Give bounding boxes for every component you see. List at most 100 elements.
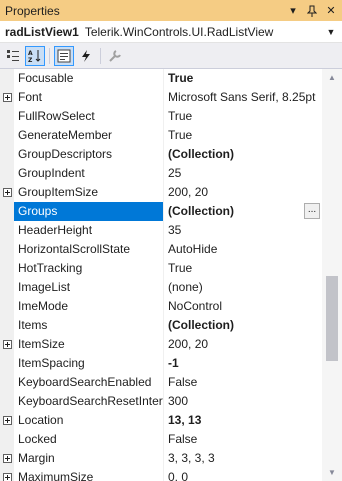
property-value[interactable]: 3, 3, 3, 3 xyxy=(164,449,322,468)
property-value[interactable]: Microsoft Sans Serif, 8.25pt xyxy=(164,88,322,107)
property-value[interactable]: -1 xyxy=(164,354,322,373)
property-row[interactable]: Focusable True xyxy=(0,69,322,88)
property-value[interactable]: (Collection) xyxy=(164,316,322,335)
property-name[interactable]: Groups xyxy=(14,202,164,221)
property-name[interactable]: KeyboardSearchResetInterv xyxy=(14,392,164,411)
property-value-text: True xyxy=(168,109,193,123)
property-name[interactable]: KeyboardSearchEnabled xyxy=(14,373,164,392)
events-icon[interactable] xyxy=(76,46,96,66)
property-value[interactable]: (Collection) xyxy=(164,145,322,164)
property-row[interactable]: FullRowSelect True xyxy=(0,107,322,126)
alphabetical-icon[interactable]: AZ xyxy=(25,45,45,66)
property-name[interactable]: MaximumSize xyxy=(14,468,164,481)
properties-icon[interactable] xyxy=(54,45,74,66)
expand-icon[interactable] xyxy=(2,416,12,425)
property-value-text: AutoHide xyxy=(168,242,218,256)
pin-icon[interactable] xyxy=(304,3,320,19)
property-name[interactable]: ItemSize xyxy=(14,335,164,354)
property-row[interactable]: KeyboardSearchEnabled False xyxy=(0,373,322,392)
property-row[interactable]: Margin 3, 3, 3, 3 xyxy=(0,449,322,468)
property-name[interactable]: GroupDescriptors xyxy=(14,145,164,164)
close-icon[interactable]: ✕ xyxy=(323,3,339,19)
property-row[interactable]: GroupIndent 25 xyxy=(0,164,322,183)
property-value[interactable]: NoControl xyxy=(164,297,322,316)
property-value[interactable]: 200, 20 xyxy=(164,335,322,354)
scrollbar-thumb[interactable] xyxy=(326,276,338,361)
property-row[interactable]: GroupDescriptors (Collection) xyxy=(0,145,322,164)
row-gutter xyxy=(0,164,14,183)
property-value[interactable]: AutoHide xyxy=(164,240,322,259)
row-gutter xyxy=(0,373,14,392)
expand-icon[interactable] xyxy=(2,93,12,102)
property-row[interactable]: MaximumSize 0, 0 xyxy=(0,468,322,481)
property-name[interactable]: HorizontalScrollState xyxy=(14,240,164,259)
property-name[interactable]: ItemSpacing xyxy=(14,354,164,373)
property-value[interactable]: True xyxy=(164,107,322,126)
property-name[interactable]: Font xyxy=(14,88,164,107)
property-value[interactable]: 13, 13 xyxy=(164,411,322,430)
property-name[interactable]: Location xyxy=(14,411,164,430)
scroll-up-arrow[interactable]: ▲ xyxy=(322,69,342,86)
expand-icon[interactable] xyxy=(2,473,12,481)
vertical-scrollbar[interactable]: ▲ ▼ xyxy=(322,69,342,481)
property-value-text: True xyxy=(168,128,193,142)
property-row[interactable]: Items (Collection) xyxy=(0,316,322,335)
property-name[interactable]: FullRowSelect xyxy=(14,107,164,126)
property-name[interactable]: Locked xyxy=(14,430,164,449)
property-name[interactable]: HotTracking xyxy=(14,259,164,278)
property-row[interactable]: ItemSpacing -1 xyxy=(0,354,322,373)
property-value-text: 200, 20 xyxy=(168,337,209,351)
property-value[interactable]: True xyxy=(164,126,322,145)
property-name[interactable]: ImeMode xyxy=(14,297,164,316)
property-value[interactable]: (Collection)... xyxy=(164,202,322,221)
row-gutter xyxy=(0,88,14,107)
property-row[interactable]: HotTracking True xyxy=(0,259,322,278)
dropdown-icon[interactable]: ▾ xyxy=(285,3,301,19)
property-name[interactable]: ImageList xyxy=(14,278,164,297)
property-name[interactable]: GroupIndent xyxy=(14,164,164,183)
property-name[interactable]: HeaderHeight xyxy=(14,221,164,240)
scroll-down-arrow[interactable]: ▼ xyxy=(322,464,342,481)
property-value[interactable]: 35 xyxy=(164,221,322,240)
property-row[interactable]: HorizontalScrollState AutoHide xyxy=(0,240,322,259)
property-name[interactable]: Focusable xyxy=(14,69,164,88)
property-row[interactable]: Groups (Collection)... xyxy=(0,202,322,221)
property-row[interactable]: Font Microsoft Sans Serif, 8.25pt xyxy=(0,88,322,107)
categorized-icon[interactable] xyxy=(3,46,23,66)
property-value-text: 0, 0 xyxy=(168,470,189,481)
property-value[interactable]: False xyxy=(164,430,322,449)
property-value[interactable]: 200, 20 xyxy=(164,183,322,202)
property-row[interactable]: KeyboardSearchResetInterv 300 xyxy=(0,392,322,411)
property-value-text: (Collection) xyxy=(168,318,234,332)
row-gutter xyxy=(0,221,14,240)
property-name[interactable]: Margin xyxy=(14,449,164,468)
expand-icon[interactable] xyxy=(2,188,12,197)
object-selector[interactable]: radListView1 Telerik.WinControls.UI.RadL… xyxy=(0,21,342,43)
property-value[interactable]: (none) xyxy=(164,278,322,297)
property-row[interactable]: Location 13, 13 xyxy=(0,411,322,430)
property-row[interactable]: ImeMode NoControl xyxy=(0,297,322,316)
property-value-text: 13, 13 xyxy=(168,413,202,427)
expand-icon[interactable] xyxy=(2,454,12,463)
expand-icon[interactable] xyxy=(2,340,12,349)
property-row[interactable]: Locked False xyxy=(0,430,322,449)
property-row[interactable]: GenerateMember True xyxy=(0,126,322,145)
property-name[interactable]: GenerateMember xyxy=(14,126,164,145)
chevron-down-icon[interactable]: ▼ xyxy=(324,27,338,37)
property-name[interactable]: GroupItemSize xyxy=(14,183,164,202)
property-pages-icon[interactable] xyxy=(105,46,125,66)
svg-text:A: A xyxy=(28,50,33,57)
property-value[interactable]: 300 xyxy=(164,392,322,411)
property-value[interactable]: 25 xyxy=(164,164,322,183)
property-row[interactable]: ItemSize 200, 20 xyxy=(0,335,322,354)
ellipsis-button[interactable]: ... xyxy=(304,203,320,219)
property-row[interactable]: ImageList (none) xyxy=(0,278,322,297)
property-value[interactable]: True xyxy=(164,69,322,88)
property-row[interactable]: GroupItemSize 200, 20 xyxy=(0,183,322,202)
property-row[interactable]: HeaderHeight 35 xyxy=(0,221,322,240)
property-name[interactable]: Items xyxy=(14,316,164,335)
property-value[interactable]: 0, 0 xyxy=(164,468,322,481)
property-value[interactable]: False xyxy=(164,373,322,392)
property-value-text: 35 xyxy=(168,223,182,237)
property-value[interactable]: True xyxy=(164,259,322,278)
